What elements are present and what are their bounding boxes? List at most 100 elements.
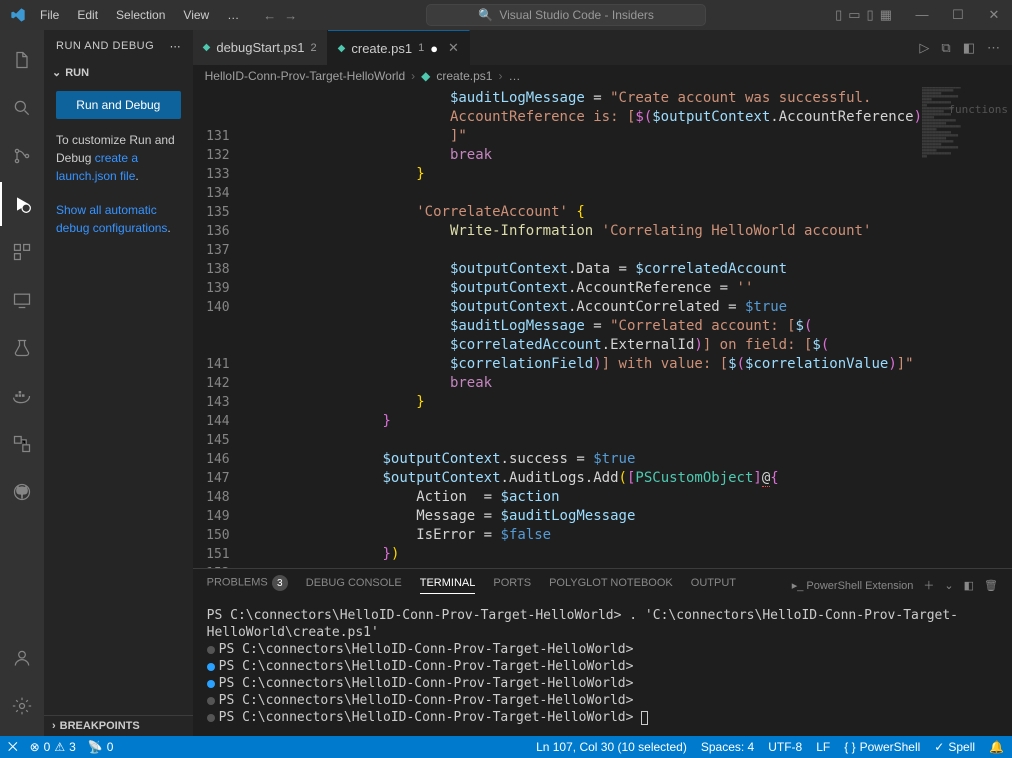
panel: PROBLEMS3 DEBUG CONSOLE TERMINAL PORTS POLYG…	[193, 568, 1012, 736]
split-terminal-icon[interactable]: ◧	[964, 579, 974, 592]
more-actions-icon[interactable]: ⋯	[987, 40, 1000, 56]
terminal-profile[interactable]: ▸_ PowerShell Extension	[792, 579, 914, 592]
error-count: 0	[44, 740, 51, 754]
section-label: RUN	[65, 67, 89, 79]
editor-tabs: ◆ debugStart.ps1 2 ◆ create.ps1 1 ● ✕ ▷	[193, 30, 1012, 65]
run-section-header[interactable]: ⌄ RUN	[44, 62, 193, 83]
breadcrumb-folder[interactable]: HelloID-Conn-Prov-Target-HelloWorld	[205, 69, 406, 83]
menu-item-selection[interactable]: Selection	[108, 4, 173, 26]
run-file-icon[interactable]: ▷	[919, 40, 929, 56]
panel-bottom-icon[interactable]: ▭	[848, 7, 860, 23]
editor-tab[interactable]: ◆ debugStart.ps1 2	[193, 30, 328, 65]
menu-item-…[interactable]: …	[219, 4, 247, 26]
text: .	[167, 221, 170, 235]
github-actions-icon[interactable]	[0, 422, 44, 466]
breakpoints-section[interactable]: › BREAKPOINTS	[44, 715, 193, 736]
run-body: Run and Debug To customize Run and Debug…	[44, 83, 193, 245]
chevron-right-icon: ›	[52, 720, 56, 732]
remote-explorer-icon[interactable]	[0, 278, 44, 322]
trash-icon[interactable]: 🗑	[984, 579, 998, 592]
terminal-line: PS C:\connectors\HelloID-Conn-Prov-Targe…	[207, 692, 998, 709]
run-debug-icon[interactable]	[0, 182, 44, 226]
powershell-icon: ◆	[203, 42, 211, 53]
explorer-icon[interactable]	[0, 38, 44, 82]
breadcrumb-file[interactable]: create.ps1	[436, 69, 492, 83]
panel-tabs: PROBLEMS3 DEBUG CONSOLE TERMINAL PORTS POLYG…	[193, 569, 1012, 601]
line-numbers: 131132133134135136137138139140 141142143…	[193, 87, 248, 568]
menu-item-view[interactable]: View	[175, 4, 217, 26]
warning-count: 3	[69, 740, 76, 754]
search-icon[interactable]	[0, 86, 44, 130]
back-icon[interactable]: ←	[263, 8, 276, 23]
show-configs-link[interactable]: Show all automatic debug configurations	[56, 203, 167, 235]
editor-actions: ▷ ⧉ ◧ ⋯	[907, 30, 1012, 65]
ports-count: 0	[107, 740, 114, 754]
extensions-icon[interactable]	[0, 230, 44, 274]
settings-gear-icon[interactable]	[0, 684, 44, 728]
run-and-debug-button[interactable]: Run and Debug	[56, 91, 181, 119]
panel-tab-terminal[interactable]: TERMINAL	[420, 577, 476, 594]
terminal-output[interactable]: PS C:\connectors\HelloID-Conn-Prov-Targe…	[193, 601, 1012, 736]
tab-badge: 1	[418, 42, 424, 54]
close-tab-icon[interactable]: ✕	[448, 40, 459, 56]
problems-status[interactable]: ⊗0 ⚠3	[30, 740, 76, 754]
breadcrumb[interactable]: HelloID-Conn-Prov-Target-HelloWorld › ◆ …	[193, 65, 1012, 87]
menu-item-edit[interactable]: Edit	[69, 4, 106, 26]
panel-tab-debug-console[interactable]: DEBUG CONSOLE	[306, 577, 402, 593]
nav-arrows: ← →	[263, 8, 297, 23]
encoding[interactable]: UTF-8	[768, 740, 802, 754]
chevron-down-icon[interactable]: ⌄	[944, 579, 953, 592]
sidebar-header: RUN AND DEBUG ⋯	[44, 30, 193, 62]
text: .	[135, 169, 138, 183]
code-editor[interactable]: 131132133134135136137138139140 141142143…	[193, 87, 1012, 568]
search-input[interactable]: 🔍 Visual Studio Code - Insiders	[426, 4, 706, 26]
menu-item-file[interactable]: File	[32, 4, 67, 26]
minimize-icon[interactable]: —	[908, 7, 936, 23]
new-terminal-icon[interactable]: ＋	[923, 577, 934, 593]
terminal-line: PS C:\connectors\HelloID-Conn-Prov-Targe…	[207, 675, 998, 692]
ports-status[interactable]: 📡0	[88, 740, 114, 754]
accounts-icon[interactable]	[0, 636, 44, 680]
github-icon[interactable]	[0, 470, 44, 514]
window-controls: — ☐ ✕	[908, 7, 1008, 23]
language-mode[interactable]: { } PowerShell	[844, 740, 920, 754]
terminal-line: PS C:\connectors\HelloID-Conn-Prov-Targe…	[207, 658, 998, 675]
layout-controls: ▯ ▭ ▯ ▦	[835, 7, 892, 23]
panel-left-icon[interactable]: ▯	[835, 7, 842, 23]
forward-icon[interactable]: →	[284, 8, 297, 23]
breadcrumb-more[interactable]: …	[508, 69, 520, 83]
eol[interactable]: LF	[816, 740, 830, 754]
indentation[interactable]: Spaces: 4	[701, 740, 754, 754]
run-split-icon[interactable]: ⧉	[941, 40, 950, 56]
split-editor-icon[interactable]: ◧	[963, 40, 975, 56]
remote-indicator[interactable]: ⨉	[8, 740, 18, 755]
close-icon[interactable]: ✕	[980, 7, 1008, 23]
notifications-icon[interactable]: 🔔	[989, 740, 1004, 754]
search-placeholder: Visual Studio Code - Insiders	[499, 8, 654, 22]
minimap-label: functions	[948, 103, 1008, 116]
more-icon[interactable]: ⋯	[170, 40, 181, 53]
panel-tab-problems[interactable]: PROBLEMS3	[207, 575, 288, 595]
profile-label: PowerShell Extension	[806, 580, 913, 592]
status-bar: ⨉ ⊗0 ⚠3 📡0 Ln 107, Col 30 (10 selected) …	[0, 736, 1012, 758]
maximize-icon[interactable]: ☐	[944, 7, 972, 23]
panel-tab-output[interactable]: OUTPUT	[691, 577, 736, 593]
menu-bar: FileEditSelectionView…	[32, 4, 247, 26]
testing-icon[interactable]	[0, 326, 44, 370]
minimap[interactable]: functions ██████████████████████████████…	[922, 87, 1012, 568]
search-icon: 🔍	[478, 8, 493, 22]
cursor-position[interactable]: Ln 107, Col 30 (10 selected)	[536, 740, 687, 754]
scm-icon[interactable]	[0, 134, 44, 178]
error-icon: ⊗	[30, 740, 40, 754]
layout-grid-icon[interactable]: ▦	[880, 7, 892, 23]
code-content[interactable]: $auditLogMessage = "Create account was s…	[248, 87, 922, 568]
tab-label: debugStart.ps1	[216, 40, 304, 55]
command-center: 🔍 Visual Studio Code - Insiders	[297, 4, 835, 26]
panel-tab-polyglot-notebook[interactable]: POLYGLOT NOTEBOOK	[549, 577, 673, 593]
panel-right-icon[interactable]: ▯	[867, 7, 874, 23]
editor-tab[interactable]: ◆ create.ps1 1 ● ✕	[328, 30, 470, 65]
antenna-icon: 📡	[88, 740, 103, 754]
spell-check[interactable]: ✓ Spell	[934, 740, 975, 754]
panel-tab-ports[interactable]: PORTS	[493, 577, 531, 593]
docker-icon[interactable]	[0, 374, 44, 418]
